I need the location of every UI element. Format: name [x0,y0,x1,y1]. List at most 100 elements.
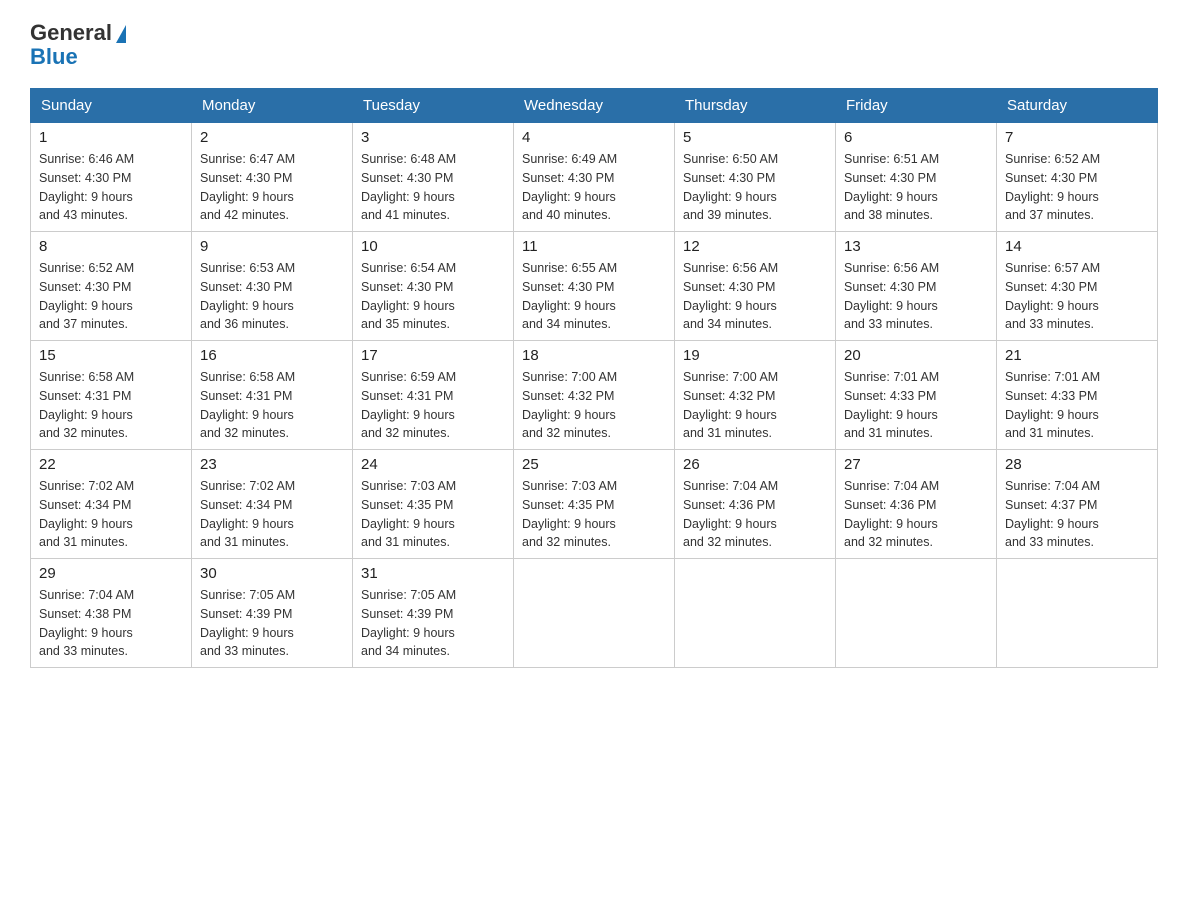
day-number: 25 [522,456,666,473]
calendar-day-cell: 16Sunrise: 6:58 AMSunset: 4:31 PMDayligh… [192,341,353,450]
day-info: Sunrise: 6:53 AMSunset: 4:30 PMDaylight:… [200,259,344,334]
day-number: 8 [39,238,183,255]
calendar-table: SundayMondayTuesdayWednesdayThursdayFrid… [30,88,1158,668]
calendar-day-cell: 11Sunrise: 6:55 AMSunset: 4:30 PMDayligh… [514,232,675,341]
calendar-day-cell: 18 Sunrise: 7:00 AMSunset: 4:32 PMDayligh… [514,341,675,450]
day-number: 29 [39,565,183,582]
calendar-day-cell: 6 Sunrise: 6:51 AMSunset: 4:30 PMDaylight… [836,123,997,232]
day-info: Sunrise: 7:03 AMSunset: 4:35 PMDaylight:… [361,477,505,552]
calendar-day-cell: 29 Sunrise: 7:04 AMSunset: 4:38 PMDayligh… [31,559,192,668]
day-info: Sunrise: 7:04 AMSunset: 4:37 PMDaylight:… [1005,477,1149,552]
calendar-day-cell: 24 Sunrise: 7:03 AMSunset: 4:35 PMDayligh… [353,450,514,559]
calendar-day-cell: 4 Sunrise: 6:49 AMSunset: 4:30 PMDaylight… [514,123,675,232]
calendar-day-cell: 17Sunrise: 6:59 AMSunset: 4:31 PMDayligh… [353,341,514,450]
day-number: 27 [844,456,988,473]
day-info: Sunrise: 6:58 AMSunset: 4:31 PMDaylight:… [39,368,183,443]
day-header-thursday: Thursday [675,89,836,123]
day-info: Sunrise: 7:04 AMSunset: 4:38 PMDaylight:… [39,586,183,661]
day-header-friday: Friday [836,89,997,123]
calendar-week-row: 22 Sunrise: 7:02 AMSunset: 4:34 PMDayligh… [31,450,1158,559]
day-info: Sunrise: 6:57 AMSunset: 4:30 PMDaylight:… [1005,259,1149,334]
calendar-day-cell: 12Sunrise: 6:56 AMSunset: 4:30 PMDayligh… [675,232,836,341]
day-info: Sunrise: 6:54 AMSunset: 4:30 PMDaylight:… [361,259,505,334]
calendar-week-row: 15Sunrise: 6:58 AMSunset: 4:31 PMDayligh… [31,341,1158,450]
day-info: Sunrise: 7:02 AMSunset: 4:34 PMDaylight:… [200,477,344,552]
calendar-day-cell: 23 Sunrise: 7:02 AMSunset: 4:34 PMDayligh… [192,450,353,559]
day-number: 18 [522,347,666,364]
logo-triangle-icon [116,25,126,43]
day-info: Sunrise: 6:49 AMSunset: 4:30 PMDaylight:… [522,150,666,225]
day-header-tuesday: Tuesday [353,89,514,123]
calendar-day-cell: 21Sunrise: 7:01 AMSunset: 4:33 PMDayligh… [997,341,1158,450]
calendar-day-cell: 10 Sunrise: 6:54 AMSunset: 4:30 PMDayligh… [353,232,514,341]
day-number: 2 [200,129,344,146]
day-number: 7 [1005,129,1149,146]
day-number: 22 [39,456,183,473]
day-info: Sunrise: 7:01 AMSunset: 4:33 PMDaylight:… [844,368,988,443]
day-number: 14 [1005,238,1149,255]
calendar-day-cell: 9 Sunrise: 6:53 AMSunset: 4:30 PMDaylight… [192,232,353,341]
day-info: Sunrise: 6:50 AMSunset: 4:30 PMDaylight:… [683,150,827,225]
calendar-day-cell: 22Sunrise: 7:02 AMSunset: 4:34 PMDayligh… [31,450,192,559]
logo-general-text: General [30,20,112,46]
day-number: 23 [200,456,344,473]
day-info: Sunrise: 7:01 AMSunset: 4:33 PMDaylight:… [1005,368,1149,443]
day-info: Sunrise: 7:00 AMSunset: 4:32 PMDaylight:… [522,368,666,443]
day-number: 13 [844,238,988,255]
day-number: 26 [683,456,827,473]
calendar-day-cell: 15Sunrise: 6:58 AMSunset: 4:31 PMDayligh… [31,341,192,450]
calendar-week-row: 8 Sunrise: 6:52 AMSunset: 4:30 PMDaylight… [31,232,1158,341]
calendar-day-cell: 20 Sunrise: 7:01 AMSunset: 4:33 PMDayligh… [836,341,997,450]
day-header-monday: Monday [192,89,353,123]
calendar-day-cell: 7 Sunrise: 6:52 AMSunset: 4:30 PMDaylight… [997,123,1158,232]
logo: General Blue [30,20,126,70]
calendar-day-cell: 1 Sunrise: 6:46 AMSunset: 4:30 PMDaylight… [31,123,192,232]
calendar-day-cell [514,559,675,668]
day-number: 10 [361,238,505,255]
calendar-day-cell: 14 Sunrise: 6:57 AMSunset: 4:30 PMDayligh… [997,232,1158,341]
day-number: 20 [844,347,988,364]
day-header-saturday: Saturday [997,89,1158,123]
day-info: Sunrise: 6:52 AMSunset: 4:30 PMDaylight:… [39,259,183,334]
day-number: 19 [683,347,827,364]
calendar-day-cell [997,559,1158,668]
day-info: Sunrise: 6:55 AMSunset: 4:30 PMDaylight:… [522,259,666,334]
calendar-header-row: SundayMondayTuesdayWednesdayThursdayFrid… [31,89,1158,123]
calendar-day-cell: 13 Sunrise: 6:56 AMSunset: 4:30 PMDayligh… [836,232,997,341]
calendar-day-cell: 8 Sunrise: 6:52 AMSunset: 4:30 PMDaylight… [31,232,192,341]
day-info: Sunrise: 6:48 AMSunset: 4:30 PMDaylight:… [361,150,505,225]
day-number: 24 [361,456,505,473]
day-info: Sunrise: 7:05 AMSunset: 4:39 PMDaylight:… [361,586,505,661]
day-number: 4 [522,129,666,146]
calendar-day-cell: 31 Sunrise: 7:05 AMSunset: 4:39 PMDayligh… [353,559,514,668]
day-info: Sunrise: 6:51 AMSunset: 4:30 PMDaylight:… [844,150,988,225]
day-number: 9 [200,238,344,255]
day-number: 30 [200,565,344,582]
day-info: Sunrise: 7:04 AMSunset: 4:36 PMDaylight:… [683,477,827,552]
day-number: 1 [39,129,183,146]
day-number: 31 [361,565,505,582]
day-number: 3 [361,129,505,146]
calendar-day-cell: 2 Sunrise: 6:47 AMSunset: 4:30 PMDaylight… [192,123,353,232]
day-info: Sunrise: 7:00 AMSunset: 4:32 PMDaylight:… [683,368,827,443]
day-info: Sunrise: 6:47 AMSunset: 4:30 PMDaylight:… [200,150,344,225]
day-info: Sunrise: 6:52 AMSunset: 4:30 PMDaylight:… [1005,150,1149,225]
calendar-day-cell: 27Sunrise: 7:04 AMSunset: 4:36 PMDayligh… [836,450,997,559]
calendar-day-cell: 5 Sunrise: 6:50 AMSunset: 4:30 PMDaylight… [675,123,836,232]
day-number: 5 [683,129,827,146]
page-header: General Blue [30,20,1158,70]
day-header-sunday: Sunday [31,89,192,123]
calendar-day-cell: 28Sunrise: 7:04 AMSunset: 4:37 PMDayligh… [997,450,1158,559]
calendar-day-cell [675,559,836,668]
day-info: Sunrise: 6:46 AMSunset: 4:30 PMDaylight:… [39,150,183,225]
day-number: 6 [844,129,988,146]
calendar-day-cell: 30 Sunrise: 7:05 AMSunset: 4:39 PMDayligh… [192,559,353,668]
day-info: Sunrise: 6:56 AMSunset: 4:30 PMDaylight:… [844,259,988,334]
day-info: Sunrise: 6:59 AMSunset: 4:31 PMDaylight:… [361,368,505,443]
day-info: Sunrise: 7:05 AMSunset: 4:39 PMDaylight:… [200,586,344,661]
calendar-day-cell: 26 Sunrise: 7:04 AMSunset: 4:36 PMDayligh… [675,450,836,559]
calendar-week-row: 1 Sunrise: 6:46 AMSunset: 4:30 PMDaylight… [31,123,1158,232]
day-number: 12 [683,238,827,255]
day-info: Sunrise: 7:03 AMSunset: 4:35 PMDaylight:… [522,477,666,552]
calendar-day-cell: 19 Sunrise: 7:00 AMSunset: 4:32 PMDayligh… [675,341,836,450]
